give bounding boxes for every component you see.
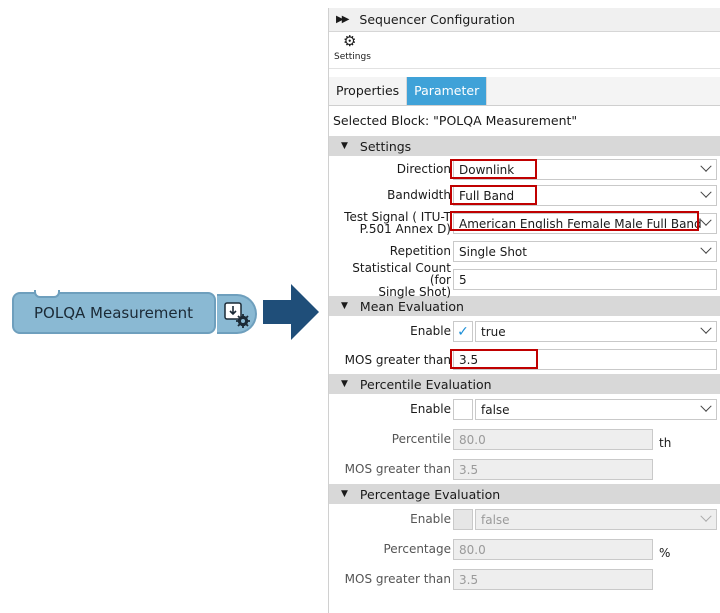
mean-mos-label: MOS greater than: [344, 353, 451, 367]
section-title: Percentile Evaluation: [359, 376, 492, 392]
percentile-mos-row: MOS greater than 3.5: [329, 454, 720, 484]
test-signal-value: American English Female Male Full Band: [459, 216, 702, 231]
collapse-panel-icon[interactable]: ▶▶: [336, 14, 349, 25]
mean-enable-label: Enable: [410, 324, 451, 338]
test-signal-label: Test Signal ( ITU-T P.501 Annex D): [344, 210, 451, 236]
percentile-mos-value: 3.5: [459, 462, 479, 477]
bandwidth-select[interactable]: Full Band: [453, 185, 717, 206]
percentage-unit: %: [659, 546, 671, 560]
percentage-enable-value: false: [481, 512, 510, 527]
block-label: POLQA Measurement: [34, 304, 194, 322]
panel-toolbar: ⚙ Settings: [329, 32, 720, 69]
percentage-evaluation-section-header[interactable]: ▼ Percentage Evaluation: [329, 484, 720, 504]
percentile-enable-select[interactable]: false: [475, 399, 717, 420]
percentage-input[interactable]: 80.0: [453, 539, 653, 560]
tab-parameter[interactable]: Parameter: [407, 77, 488, 105]
sequencer-configuration-panel: ▶▶ Sequencer Configuration ⚙ Settings Pr…: [328, 8, 720, 613]
chevron-down-icon[interactable]: [700, 186, 712, 198]
collapse-triangle-icon[interactable]: ▼: [341, 301, 348, 311]
repetition-value: Single Shot: [459, 244, 527, 259]
percentile-enable-row: Enable false: [329, 394, 720, 424]
direction-value: Downlink: [459, 162, 515, 177]
percentage-enable-label: Enable: [410, 512, 451, 526]
direction-row: Direction Downlink: [329, 156, 720, 182]
percentage-value: 80.0: [459, 542, 486, 557]
bandwidth-row: Bandwidth Full Band: [329, 182, 720, 208]
collapse-triangle-icon[interactable]: ▼: [341, 141, 348, 151]
mean-evaluation-section-header[interactable]: ▼ Mean Evaluation: [329, 296, 720, 316]
direction-select[interactable]: Downlink: [453, 159, 717, 180]
test-signal-row: Test Signal ( ITU-T P.501 Annex D) Ameri…: [329, 208, 720, 238]
mean-enable-select[interactable]: true: [475, 321, 717, 342]
bandwidth-label: Bandwidth: [387, 188, 451, 202]
percentage-mos-row: MOS greater than 3.5: [329, 564, 720, 594]
chevron-down-icon[interactable]: [700, 400, 712, 412]
percentage-enable-row: Enable false: [329, 504, 720, 534]
percentage-label: Percentage: [383, 542, 451, 556]
chevron-down-icon[interactable]: [700, 510, 712, 522]
mean-enable-row: Enable ✓ true: [329, 316, 720, 346]
gear-icon[interactable]: ⚙: [343, 34, 356, 49]
section-title: Settings: [359, 138, 412, 154]
arrow-right-icon: [263, 284, 319, 340]
statistical-count-input[interactable]: 5: [453, 269, 717, 290]
percentage-mos-label: MOS greater than: [344, 572, 451, 586]
direction-label: Direction: [396, 162, 451, 176]
panel-title: Sequencer Configuration: [359, 12, 515, 27]
chevron-down-icon[interactable]: [700, 160, 712, 172]
section-title: Percentage Evaluation: [359, 486, 501, 502]
percentile-unit: th: [659, 436, 672, 450]
percentile-enable-checkbox[interactable]: [453, 399, 473, 420]
mean-mos-input[interactable]: 3.5: [453, 349, 717, 370]
percentile-value-row: Percentile 80.0 th: [329, 424, 720, 454]
settings-section-header[interactable]: ▼ Settings: [329, 136, 720, 156]
percentile-input[interactable]: 80.0: [453, 429, 653, 450]
chevron-down-icon[interactable]: [700, 242, 712, 254]
tab-bar: Properties Parameter: [329, 77, 720, 106]
block-icon-container[interactable]: [217, 294, 257, 334]
mean-enable-checkbox[interactable]: ✓: [453, 321, 473, 342]
percentile-label: Percentile: [391, 432, 451, 446]
percentile-mos-input[interactable]: 3.5: [453, 459, 653, 480]
section-title: Mean Evaluation: [359, 298, 464, 314]
percentile-value: 80.0: [459, 432, 486, 447]
download-settings-icon: [224, 302, 250, 328]
collapse-triangle-icon[interactable]: ▼: [341, 489, 348, 499]
percentile-evaluation-section-header[interactable]: ▼ Percentile Evaluation: [329, 374, 720, 394]
tab-properties[interactable]: Properties: [329, 77, 408, 105]
statistical-count-row: Statistical Count (for Single Shot) 5: [329, 261, 720, 299]
mean-enable-value: true: [481, 324, 506, 339]
percentile-enable-label: Enable: [410, 402, 451, 416]
mean-mos-row: MOS greater than 3.5: [329, 346, 720, 374]
settings-button-label[interactable]: Settings: [334, 52, 371, 62]
block-notch: [34, 290, 60, 298]
percentage-enable-select[interactable]: false: [475, 509, 717, 530]
percentage-mos-input[interactable]: 3.5: [453, 569, 653, 590]
repetition-select[interactable]: Single Shot: [453, 241, 717, 262]
percentage-enable-checkbox[interactable]: [453, 509, 473, 530]
collapse-triangle-icon[interactable]: ▼: [341, 379, 348, 389]
chevron-down-icon[interactable]: [700, 214, 712, 226]
polqa-measurement-block[interactable]: POLQA Measurement: [12, 290, 257, 338]
chevron-down-icon[interactable]: [700, 322, 712, 334]
test-signal-select[interactable]: American English Female Male Full Band: [453, 213, 717, 234]
selected-block-text: Selected Block: "POLQA Measurement": [333, 113, 578, 128]
percentage-mos-value: 3.5: [459, 572, 479, 587]
percentile-mos-label: MOS greater than: [344, 462, 451, 476]
mean-mos-value: 3.5: [459, 352, 479, 367]
statistical-count-value: 5: [459, 272, 467, 287]
statistical-count-label: Statistical Count (for Single Shot): [352, 261, 451, 299]
percentile-enable-value: false: [481, 402, 510, 417]
percentage-value-row: Percentage 80.0 %: [329, 534, 720, 564]
checkmark-icon: ✓: [457, 323, 469, 340]
panel-titlebar: ▶▶ Sequencer Configuration: [329, 8, 720, 32]
bandwidth-value: Full Band: [459, 188, 515, 203]
